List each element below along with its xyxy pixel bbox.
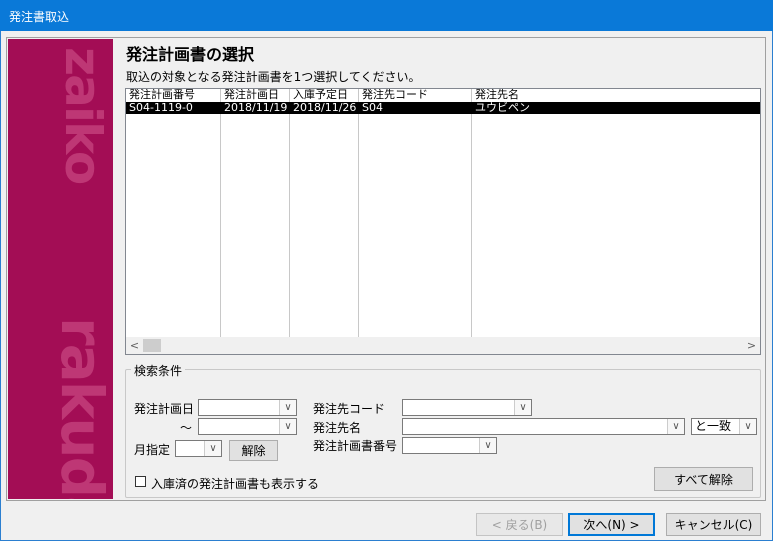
- scroll-thumb[interactable]: [143, 339, 161, 352]
- column-divider: [358, 89, 359, 339]
- column-header-arrival-date[interactable]: 入庫予定日: [290, 89, 358, 101]
- column-header-supplier-name[interactable]: 発注先名: [472, 89, 622, 101]
- search-conditions-label: 検索条件: [131, 362, 186, 379]
- brand-word-top: zaiko: [54, 47, 112, 184]
- chevron-down-icon[interactable]: ∨: [514, 400, 531, 415]
- instruction-text: 取込の対象となる発注計画書を1つ選択してください。: [126, 70, 421, 84]
- clear-all-button[interactable]: すべて解除: [654, 467, 753, 491]
- column-divider: [220, 89, 221, 339]
- scroll-left-icon[interactable]: <: [126, 337, 143, 354]
- horizontal-scrollbar[interactable]: < >: [126, 337, 760, 354]
- scroll-right-icon[interactable]: >: [743, 337, 760, 354]
- include-received-checkbox[interactable]: [135, 476, 146, 487]
- chevron-down-icon[interactable]: ∨: [739, 419, 756, 434]
- cell-supplier-code: S04: [362, 102, 383, 114]
- chevron-down-icon[interactable]: ∨: [479, 438, 496, 453]
- column-divider: [289, 89, 290, 339]
- match-mode-value: と一致: [695, 419, 732, 433]
- range-tilde: ～: [180, 421, 193, 435]
- window-title: 発注書取込: [0, 0, 773, 31]
- supplier-name-label: 発注先名: [313, 421, 362, 435]
- cell-plan-number: S04-1119-0: [129, 102, 193, 114]
- plan-list[interactable]: 発注計画番号 発注計画日 入庫予定日 発注先コード 発注先名 S04-1119-…: [125, 88, 761, 355]
- include-received-label[interactable]: 入庫済の発注計画書も表示する: [151, 475, 319, 492]
- brand-word-bottom: rakuda: [48, 317, 113, 499]
- list-header: 発注計画番号 発注計画日 入庫予定日 発注先コード 発注先名: [126, 89, 760, 101]
- column-header-supplier-code[interactable]: 発注先コード: [359, 89, 471, 101]
- page-title: 発注計画書の選択: [126, 45, 255, 64]
- cell-supplier-name: ユウビペン: [475, 102, 530, 114]
- plan-date-from-select[interactable]: ∨: [198, 399, 297, 416]
- cell-arrival-date: 2018/11/26: [293, 102, 357, 114]
- plan-date-to-select[interactable]: ∨: [198, 418, 297, 435]
- supplier-name-select[interactable]: ∨: [402, 418, 685, 435]
- plan-number-label: 発注計画書番号: [313, 439, 398, 453]
- month-select[interactable]: ∨: [175, 440, 222, 457]
- chevron-down-icon[interactable]: ∨: [279, 400, 296, 415]
- plan-date-label: 発注計画日: [134, 402, 195, 416]
- supplier-code-label: 発注先コード: [313, 402, 386, 416]
- chevron-down-icon[interactable]: ∨: [204, 441, 221, 456]
- match-mode-select[interactable]: と一致 ∨: [691, 418, 757, 435]
- column-header-plan-date[interactable]: 発注計画日: [221, 89, 289, 101]
- chevron-down-icon[interactable]: ∨: [279, 419, 296, 434]
- month-clear-button[interactable]: 解除: [229, 440, 278, 461]
- month-label: 月指定: [134, 443, 171, 457]
- back-button[interactable]: < 戻る(B): [476, 513, 563, 536]
- table-row[interactable]: S04-1119-0 2018/11/19 2018/11/26 S04 ユウビ…: [126, 102, 760, 114]
- cell-plan-date: 2018/11/19: [224, 102, 288, 114]
- chevron-down-icon[interactable]: ∨: [667, 419, 684, 434]
- supplier-code-select[interactable]: ∨: [402, 399, 532, 416]
- cancel-button[interactable]: キャンセル(C): [666, 513, 761, 536]
- next-button[interactable]: 次へ(N) >: [568, 513, 655, 536]
- brand-banner: zaiko rakuda: [8, 39, 113, 499]
- column-divider: [471, 89, 472, 339]
- column-header-plan-number[interactable]: 発注計画番号: [126, 89, 220, 101]
- plan-number-select[interactable]: ∨: [402, 437, 497, 454]
